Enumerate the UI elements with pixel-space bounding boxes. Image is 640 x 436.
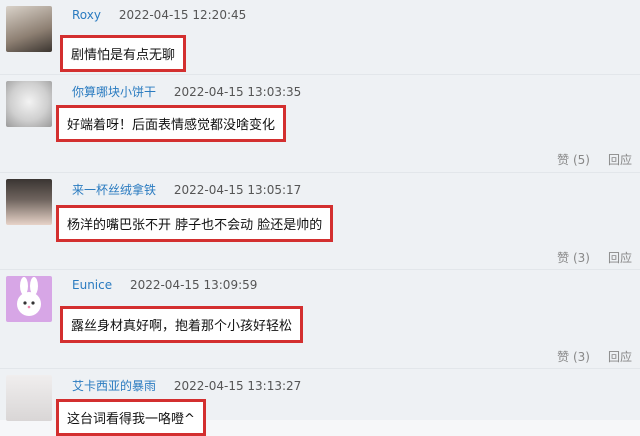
comment-text: 露丝身材真好啊，抱着那个小孩好轻松 xyxy=(60,306,304,343)
username[interactable]: 艾卡西亚的暴雨 xyxy=(72,379,156,393)
comment-item: 来一杯丝绒拿铁 2022-04-15 13:05:17 杨洋的嘴巴张不开 脖子也… xyxy=(0,173,640,270)
avatar[interactable] xyxy=(6,81,52,127)
like-button[interactable]: 赞 (5) xyxy=(557,151,590,168)
comment-item: Eunice 2022-04-15 13:09:59 露丝身材真好啊，抱着那个小… xyxy=(0,270,640,369)
username[interactable]: 来一杯丝绒拿铁 xyxy=(72,183,156,197)
like-button[interactable]: 赞 (3) xyxy=(557,348,590,365)
username[interactable]: Eunice xyxy=(72,278,112,292)
timestamp: 2022-04-15 13:05:17 xyxy=(173,183,302,197)
username[interactable]: 你算哪块小饼干 xyxy=(72,85,156,99)
comment-text: 杨洋的嘴巴张不开 脖子也不会动 脸还是帅的 xyxy=(56,205,334,242)
comment-meta: 你算哪块小饼干 2022-04-15 13:03:35 xyxy=(72,83,630,100)
avatar[interactable] xyxy=(6,179,52,225)
timestamp: 2022-04-15 12:20:45 xyxy=(118,8,247,22)
comment-text: 好端着呀！后面表情感觉都没啥变化 xyxy=(56,105,287,142)
comment-meta: 来一杯丝绒拿铁 2022-04-15 13:05:17 xyxy=(72,181,630,198)
comment-text: 这台词看得我一咯噔^ xyxy=(56,399,206,436)
comment-actions: 赞 (5) 回应 xyxy=(557,151,632,168)
reply-button[interactable]: 回应 xyxy=(608,249,632,266)
reply-button[interactable]: 回应 xyxy=(608,151,632,168)
timestamp: 2022-04-15 13:03:35 xyxy=(173,85,302,99)
avatar[interactable] xyxy=(6,6,52,52)
timestamp: 2022-04-15 13:09:59 xyxy=(129,278,258,292)
reply-button[interactable]: 回应 xyxy=(608,348,632,365)
rabbit-avatar-icon xyxy=(17,277,41,316)
comment-meta: 艾卡西亚的暴雨 2022-04-15 13:13:27 xyxy=(72,377,630,394)
comment-actions: 赞 (3) 回应 xyxy=(557,249,632,266)
avatar[interactable] xyxy=(6,375,52,421)
comment-actions: 赞 (3) 回应 xyxy=(557,348,632,365)
comment-meta: Roxy 2022-04-15 12:20:45 xyxy=(72,8,630,22)
username[interactable]: Roxy xyxy=(72,8,101,22)
comment-meta: Eunice 2022-04-15 13:09:59 xyxy=(72,278,630,292)
like-button[interactable]: 赞 (3) xyxy=(557,249,590,266)
comment-item: Roxy 2022-04-15 12:20:45 剧情怕是有点无聊 xyxy=(0,0,640,75)
avatar[interactable] xyxy=(6,276,52,322)
comment-item: 你算哪块小饼干 2022-04-15 13:03:35 好端着呀！后面表情感觉都… xyxy=(0,75,640,173)
comment-item: 艾卡西亚的暴雨 2022-04-15 13:13:27 这台词看得我一咯噔^ xyxy=(0,369,640,436)
timestamp: 2022-04-15 13:13:27 xyxy=(173,379,302,393)
comment-text: 剧情怕是有点无聊 xyxy=(60,35,187,72)
